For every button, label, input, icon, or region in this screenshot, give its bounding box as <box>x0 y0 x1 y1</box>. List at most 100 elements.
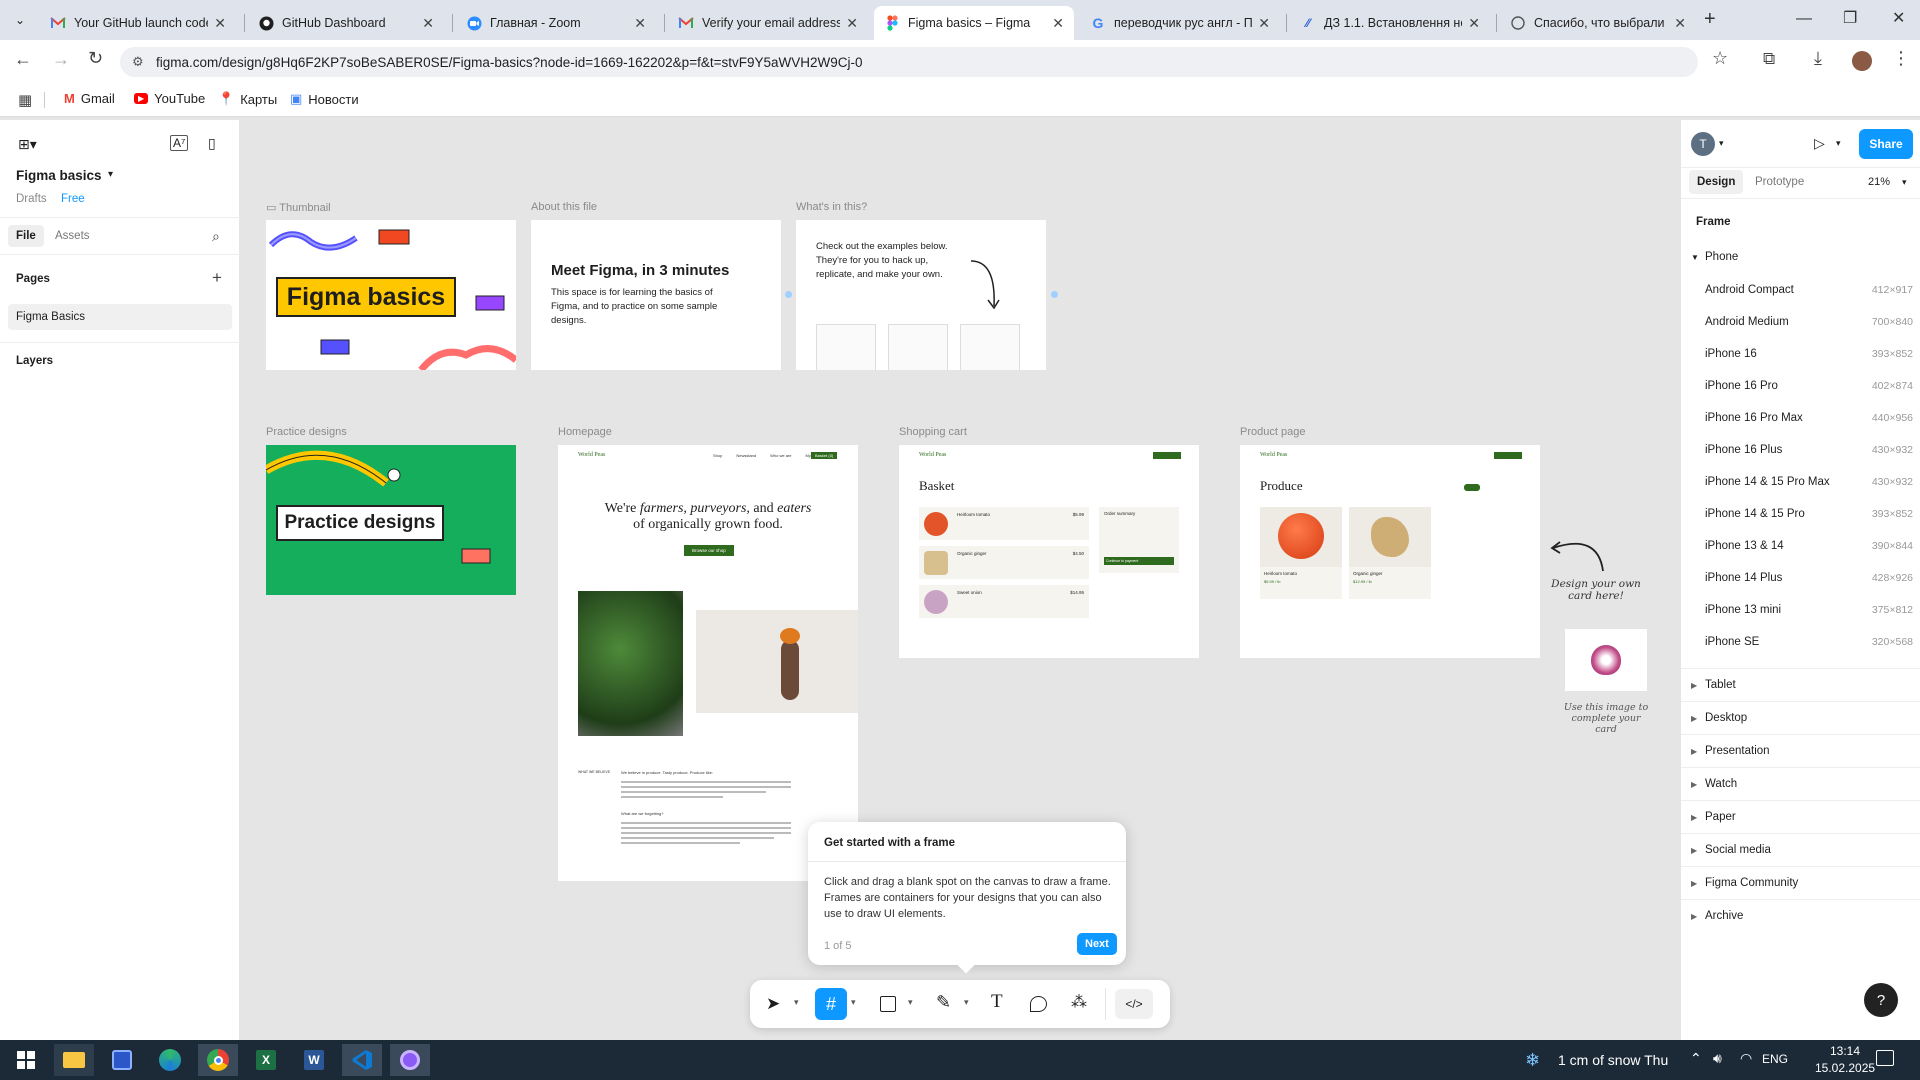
cart-label[interactable]: Shopping cart <box>899 426 967 438</box>
whats-frame[interactable]: Check out the examples below. They're fo… <box>796 220 1046 370</box>
tab-assets[interactable]: Assets <box>55 230 90 242</box>
onion-image[interactable] <box>1565 629 1647 691</box>
word-icon[interactable]: W <box>294 1044 334 1076</box>
weather-text[interactable]: 1 cm of snow Thu <box>1558 1052 1668 1068</box>
back-icon[interactable]: ← <box>14 49 32 70</box>
tab-search-icon[interactable]: ⌄ <box>10 10 30 30</box>
tab-translator-search[interactable]: G переводчик рус англ - Поиск ✕ <box>1080 6 1280 40</box>
tab-thanks[interactable]: Спасибо, что выбрали W ✕ <box>1500 6 1696 40</box>
chevron-down-icon[interactable]: ▾ <box>908 997 913 1008</box>
practice-frame[interactable]: Practice designs <box>266 445 516 595</box>
thumbnail-frame[interactable]: Figma basics <box>266 220 516 370</box>
frame-preset-item[interactable]: iPhone 14 Plus 428×926 <box>1705 562 1913 594</box>
page-item-figma-basics[interactable]: Figma Basics <box>8 304 232 330</box>
pen-tool-icon[interactable]: ✎ <box>936 992 951 1013</box>
tray-chevron-icon[interactable]: ⌃ <box>1690 1050 1702 1067</box>
close-window-icon[interactable]: ✕ <box>1892 8 1905 28</box>
comment-tool-icon[interactable] <box>1030 996 1047 1012</box>
chevron-down-icon[interactable]: ▾ <box>964 997 969 1008</box>
frame-category-presentation[interactable]: ▶ Presentation <box>1681 734 1920 767</box>
restore-icon[interactable]: ❐ <box>1843 8 1857 28</box>
frame-preset-item[interactable]: iPhone 13 & 14 390×844 <box>1705 530 1913 562</box>
frame-category-tablet[interactable]: ▶ Tablet <box>1681 668 1920 701</box>
close-tab-icon[interactable]: ✕ <box>214 15 226 32</box>
close-tab-icon[interactable]: ✕ <box>1258 15 1270 32</box>
frame-category-watch[interactable]: ▶ Watch <box>1681 767 1920 800</box>
close-tab-icon[interactable]: ✕ <box>422 15 434 32</box>
bookmark-youtube[interactable]: ▶ YouTube <box>134 91 205 106</box>
language-indicator[interactable]: ENG <box>1762 1052 1788 1066</box>
actions-tool-icon[interactable]: ⁂ <box>1071 992 1087 1012</box>
tab-homework[interactable]: ⁄⁄ ДЗ 1.1. Встановлення не ✕ <box>1290 6 1490 40</box>
bookmark-news[interactable]: ▣ Новости <box>290 91 359 107</box>
product-frame[interactable]: World Peas Produce Heirloom tomato $5.99… <box>1240 445 1540 658</box>
file-location[interactable]: Drafts <box>16 193 47 205</box>
plan-badge[interactable]: Free <box>61 193 85 205</box>
tab-figma-basics[interactable]: Figma basics – Figma ✕ <box>874 6 1074 40</box>
frame-preset-item[interactable]: iPhone 14 & 15 Pro 393×852 <box>1705 498 1913 530</box>
clock[interactable]: 13:14 15.02.2025 <box>1815 1044 1875 1075</box>
profile-avatar[interactable] <box>1852 51 1872 71</box>
chevron-down-icon[interactable]: ▾ <box>1836 138 1841 149</box>
forward-icon[interactable]: → <box>52 49 70 70</box>
close-tab-icon[interactable]: ✕ <box>1468 15 1480 32</box>
frame-preset-item[interactable]: iPhone 16 Pro Max 440×956 <box>1705 402 1913 434</box>
frame-preset-item[interactable]: iPhone 13 mini 375×812 <box>1705 594 1913 626</box>
toggle-sidebar-icon[interactable]: ▯ <box>208 135 216 152</box>
excel-icon[interactable]: X <box>246 1044 286 1076</box>
homepage-frame[interactable]: World Peas Shop Newsstand Who we are My … <box>558 445 858 881</box>
move-tool-icon[interactable]: ➤ <box>766 994 780 1014</box>
text-tool-icon[interactable]: T <box>991 991 1003 1013</box>
apps-grid-icon[interactable]: ▦ <box>18 91 32 109</box>
windows-start-icon[interactable] <box>6 1044 46 1076</box>
new-tab-icon[interactable]: + <box>1704 8 1716 31</box>
vscode-icon[interactable] <box>342 1044 382 1076</box>
present-play-icon[interactable]: ▷ <box>1814 135 1825 152</box>
download-icon[interactable]: ⤓ <box>1814 48 1822 69</box>
bookmark-gmail[interactable]: M Gmail <box>64 91 115 106</box>
file-name[interactable]: Figma basics <box>16 168 102 183</box>
share-button[interactable]: Share <box>1859 129 1913 159</box>
minimize-icon[interactable]: — <box>1796 10 1812 28</box>
save-app-icon[interactable] <box>102 1044 142 1076</box>
tab-prototype[interactable]: Prototype <box>1755 176 1804 188</box>
frame-preset-item[interactable]: iPhone 16 Plus 430×932 <box>1705 434 1913 466</box>
tab-zoom[interactable]: Главная - Zoom ✕ <box>456 6 656 40</box>
whats-label[interactable]: What's in this? <box>796 201 867 213</box>
close-tab-icon[interactable]: ✕ <box>846 15 858 32</box>
homepage-label[interactable]: Homepage <box>558 426 612 438</box>
tab-github-launch-code[interactable]: Your GitHub launch code ✕ <box>40 6 236 40</box>
practice-label[interactable]: Practice designs <box>266 426 347 438</box>
caret-down-icon[interactable]: ▼ <box>1691 253 1699 262</box>
frame-preset-item[interactable]: iPhone 16 393×852 <box>1705 338 1913 370</box>
chevron-down-icon[interactable]: ▾ <box>794 997 799 1008</box>
frame-preset-item[interactable]: iPhone SE 320×568 <box>1705 626 1913 658</box>
help-icon[interactable]: ? <box>1864 983 1898 1017</box>
cart-frame[interactable]: World Peas Basket Heirloom tomato $5.99 … <box>899 445 1199 658</box>
product-label[interactable]: Product page <box>1240 426 1305 438</box>
frame-tool-icon[interactable]: # <box>815 988 847 1020</box>
reload-icon[interactable]: ↻ <box>88 48 103 69</box>
frame-preset-item[interactable]: iPhone 16 Pro 402×874 <box>1705 370 1913 402</box>
tab-github-dashboard[interactable]: GitHub Dashboard ✕ <box>248 6 444 40</box>
bookmark-star-icon[interactable]: ☆ <box>1712 48 1728 69</box>
frame-category-archive[interactable]: ▶ Archive <box>1681 899 1920 932</box>
url-bar[interactable]: ⚙ figma.com/design/g8Hq6F2KP7soBeSABER0S… <box>120 47 1698 77</box>
tab-design[interactable]: Design <box>1689 170 1744 194</box>
thumbnail-label[interactable]: ▭ Thumbnail <box>266 201 331 214</box>
phone-category[interactable]: Phone <box>1705 251 1738 263</box>
notifications-icon[interactable] <box>1876 1050 1894 1066</box>
snow-weather-icon[interactable]: ❄ <box>1525 1050 1540 1071</box>
ai-icon[interactable]: A⁷ <box>170 135 189 151</box>
bookmark-maps[interactable]: 📍 Карты <box>218 91 277 107</box>
search-icon[interactable]: ⌕ <box>212 228 220 245</box>
chevron-down-icon[interactable]: ▾ <box>1719 138 1724 149</box>
frame-preset-item[interactable]: Android Compact 412×917 <box>1705 274 1913 306</box>
tab-file[interactable]: File <box>8 225 44 247</box>
close-tab-icon[interactable]: ✕ <box>1674 15 1686 32</box>
tooltip-next-button[interactable]: Next <box>1077 933 1117 955</box>
close-tab-icon[interactable]: ✕ <box>1052 15 1064 32</box>
frame-category-paper[interactable]: ▶ Paper <box>1681 800 1920 833</box>
add-page-icon[interactable]: + <box>212 268 222 288</box>
close-tab-icon[interactable]: ✕ <box>634 15 646 32</box>
